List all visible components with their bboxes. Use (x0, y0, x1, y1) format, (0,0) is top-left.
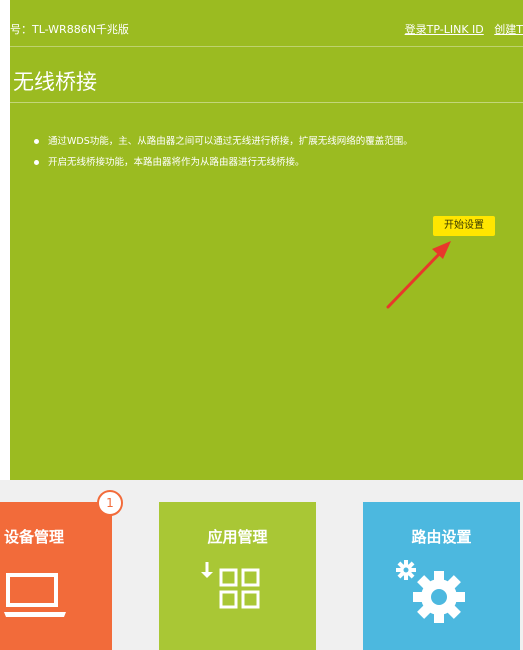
app-management-tile[interactable]: 应用管理 (159, 502, 316, 650)
gear-icon (396, 560, 465, 623)
device-management-tile[interactable]: 设备管理 (0, 502, 112, 650)
laptop-icon (4, 573, 66, 617)
bridge-panel: 号：TL-WR886N千兆版 登录TP-LINK ID 创建T 无线桥接 通过W… (10, 0, 523, 480)
device-count-badge: 1 (97, 490, 123, 516)
apps-grid-icon (201, 562, 260, 609)
bottom-nav: 设备管理 1 应用管理 路由设置 (0, 480, 523, 650)
app-management-label: 应用管理 (207, 528, 268, 546)
device-management-label: 设备管理 (3, 528, 64, 546)
router-settings-tile[interactable]: 路由设置 (363, 502, 520, 650)
router-settings-label: 路由设置 (411, 528, 472, 546)
annotation-arrow (386, 241, 451, 309)
